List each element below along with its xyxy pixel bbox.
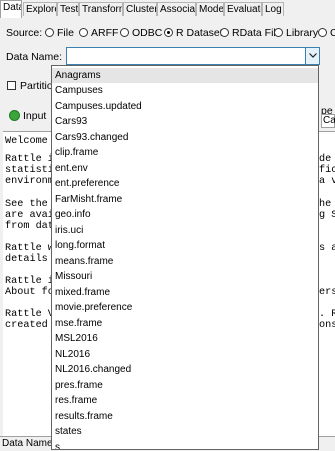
text-fragment: . Ra [319,309,335,320]
dropdown-item-states[interactable]: states [52,424,318,439]
source-rdatafile-radio[interactable] [220,28,229,37]
partition-checkbox[interactable] [7,81,16,90]
text-fragment: fic [319,165,335,176]
type-cell[interactable]: Cat [321,114,335,128]
tab-cluster[interactable]: Cluster [123,2,157,16]
input-label[interactable]: Input [23,110,46,122]
dropdown-item-means-frame[interactable]: means.frame [52,254,318,269]
source-arff-radio[interactable] [79,28,88,37]
text-fragment: he R [319,199,332,210]
tab-evaluate[interactable]: Evaluate [224,2,262,16]
source-library-label[interactable]: Library [286,27,318,39]
data-name-combobox[interactable] [66,47,320,65]
tab-model[interactable]: Model [196,2,224,16]
dropdown-item-geo-info[interactable]: geo.info [52,207,318,222]
source-rdataset-radio[interactable] [164,28,173,37]
dropdown-item-mixed-frame[interactable]: mixed.frame [52,285,318,300]
dropdown-item-cars93[interactable]: Cars93 [52,114,318,129]
tab-explore[interactable]: Explore [23,2,57,16]
dropdown-item-long-format[interactable]: long.format [52,238,318,253]
tab-transform[interactable]: Transform [79,2,123,16]
text-fragment: ersi [319,287,335,298]
dropdown-item-clip-frame[interactable]: clip.frame [52,145,318,160]
chevron-down-icon [309,53,317,58]
source-arff-label[interactable]: ARFF [91,27,118,39]
source-file-radio[interactable] [45,28,54,37]
tab-data[interactable]: Data [0,0,22,18]
source-odbc-label[interactable]: ODBC [132,27,162,39]
dropdown-item-movie-preference[interactable]: movie.preference [52,300,318,315]
text-fragment: de [319,154,332,165]
left-edge-strip [0,131,3,436]
notebook-tabbar: Data Explore Test Transform Cluster Asso… [0,0,335,18]
dropdown-item-ent-preference[interactable]: ent.preference [52,176,318,191]
tab-associate[interactable]: Associate [157,2,196,16]
dropdown-item-nl2016[interactable]: NL2016 [52,347,318,362]
dropdown-item-anagrams[interactable]: Anagrams [52,68,318,83]
data-name-label: Data Name: [6,51,63,63]
dropdown-item-campuses-updated[interactable]: Campuses.updated [52,99,318,114]
combobox-dropdown-button[interactable] [305,48,319,64]
dropdown-item-results-frame[interactable]: results.frame [52,409,318,424]
input-status-icon [9,110,20,121]
dropdown-item-msl2016[interactable]: MSL2016 [52,331,318,346]
source-library-radio[interactable] [274,28,283,37]
text-fragment: ons [319,320,335,331]
source-label: Source: [6,27,43,39]
dropdown-item-mse-frame[interactable]: mse.frame [52,316,318,331]
source-odbc-radio[interactable] [120,28,129,37]
dropdown-item-missouri[interactable]: Missouri [52,269,318,284]
text-fragment: s a [319,243,335,254]
dropdown-item-iris-uci[interactable]: iris.uci [52,223,318,238]
dropdown-item-nl2016-changed[interactable]: NL2016.changed [52,362,318,377]
source-file-label[interactable]: File [57,27,74,39]
text-fragment: g S [319,210,335,221]
source-rdataset-label[interactable]: R Dataset [176,27,223,39]
dropdown-item-res-frame[interactable]: res.frame [52,393,318,408]
source-corpus-radio[interactable] [318,28,327,37]
tab-test[interactable]: Test [57,2,79,16]
type-cell-text: Cat [323,115,335,126]
text-fragment: a v [319,176,335,187]
dropdown-item-farmisht-frame[interactable]: FarMisht.frame [52,192,318,207]
dropdown-item-ent-env[interactable]: ent.env [52,161,318,176]
tab-log[interactable]: Log [262,2,284,16]
dropdown-item-partial[interactable]: s [52,440,318,449]
dropdown-item-campuses[interactable]: Campuses [52,83,318,98]
data-name-dropdown-list[interactable]: Anagrams Campuses Campuses.updated Cars9… [51,65,319,450]
dropdown-item-cars93-changed[interactable]: Cars93.changed [52,130,318,145]
dropdown-item-pres-frame[interactable]: pres.frame [52,378,318,393]
source-corpus-label[interactable]: C [330,27,335,39]
